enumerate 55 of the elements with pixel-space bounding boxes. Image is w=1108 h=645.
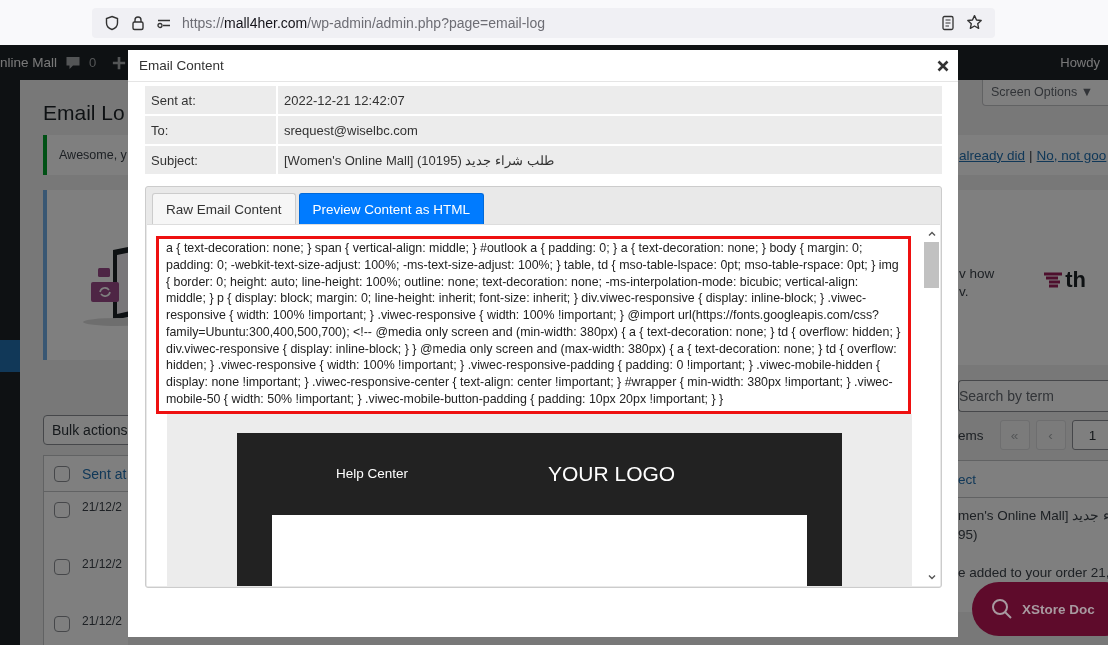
search-icon: [990, 597, 1014, 621]
dialog-title: Email Content: [139, 58, 224, 73]
table-cell: 21/12/2: [82, 500, 123, 514]
banner-text: v.: [959, 283, 970, 301]
scroll-up-icon[interactable]: [926, 229, 937, 239]
row-checkbox[interactable]: [54, 559, 70, 575]
table-cell-text: 95): [958, 526, 979, 544]
banner-text: v how: [959, 265, 995, 283]
help-button[interactable]: XStore Doc: [972, 582, 1108, 636]
link-separator: |: [1029, 147, 1033, 163]
bulk-actions-select[interactable]: Bulk actions: [43, 415, 128, 445]
help-center-link[interactable]: Help Center: [336, 466, 548, 481]
field-value: [Women's Online Mall] (10195) طلب شراء جديد: [278, 146, 942, 174]
star-icon[interactable]: [966, 14, 983, 31]
close-icon[interactable]: [937, 59, 949, 72]
scroll-thumb[interactable]: [924, 242, 939, 288]
tab[interactable]: Raw Email Content: [152, 193, 296, 224]
column-header[interactable]: Sent at: [82, 465, 127, 482]
logo-text: th: [1065, 267, 1087, 293]
screen-options-button[interactable]: Screen Options ▼: [982, 80, 1108, 106]
table-cell: 21/12/2: [82, 557, 123, 571]
select-all-checkbox[interactable]: [54, 465, 70, 482]
shield-icon: [104, 14, 120, 31]
site-name[interactable]: nline Mall: [0, 55, 58, 70]
search-placeholder: Search by term: [959, 388, 1054, 404]
field-label: To:: [145, 116, 276, 144]
items-count: ems: [958, 427, 984, 443]
search-field[interactable]: Search by term: [958, 380, 1108, 412]
address-bar[interactable]: https://mall4her.com/wp-admin/admin.php?page=email-log: [92, 7, 995, 38]
row-checkbox[interactable]: [54, 616, 70, 632]
plus-icon[interactable]: [112, 55, 127, 70]
field-value: srequest@wiselbc.com: [278, 116, 942, 144]
row-checkbox[interactable]: [54, 502, 70, 518]
url-text[interactable]: https://mall4her.com/wp-admin/admin.php?page=email-log: [182, 14, 930, 31]
reader-view-icon[interactable]: [940, 14, 956, 31]
comment-icon[interactable]: [65, 54, 82, 71]
table-cell: 21/12/2: [82, 614, 123, 628]
field-value: 2022-12-21 12:42:07: [278, 86, 942, 114]
greeting[interactable]: Howdy: [1060, 55, 1100, 70]
field-label: Sent at:: [145, 86, 276, 114]
notice-link[interactable]: No, not goo: [1036, 147, 1107, 163]
scroll-down-icon[interactable]: [926, 572, 937, 582]
table-cell-text: e added to your order 21,: [958, 564, 1108, 582]
pagination-button[interactable]: 1: [1071, 420, 1108, 450]
notice-text: Awesome, y: [59, 148, 127, 162]
stripes-logo-icon: [1044, 272, 1063, 288]
page-heading: Email Lo: [43, 101, 126, 125]
logo-text: YOUR LOGO: [548, 461, 676, 486]
comment-count: 0: [89, 55, 97, 70]
lock-icon: [130, 14, 146, 31]
notice-link[interactable]: already did: [959, 147, 1026, 163]
column-header[interactable]: ect: [958, 471, 976, 487]
field-label: Subject:: [145, 146, 276, 174]
email-source-text: a { text-decoration: none; } span { vertical-align: middle; } #outlook a { padding: 0; } a { text-decoration: none; } body { margin: 0; padding: 0; -webkit-text-size-adjust: 100%; -ms-text-size-adjust: 100%; } table, td { mso-table-lspace: 0pt; mso-table-rspace: 0pt; } img { border: 0; height: auto; line-height: 100%; outline: none; text-decoration: none; -ms-interpolation-mode: bicubic; vertical-align: middle; } p { display: block; margin: 0; line-height: inherit; font-size: inherit; } div.viwec-responsive { display: inline-block; } .viwec-responsive { width: 100% !important; } .viwec-responsive { width: 100% !important; } @import url(https://fonts.googleapis.com/css?family=Ubuntu:300,400,500,700); <!-- @media only screen and (min-width: 380px) { a { text-decoration: none; } td { overflow: hidden; } div.viwec-responsive { display: inline-block; } } @media only screen and (max-width: 380px) { a { text-decoration: none; } td { overflow: hidden; } .viwec-responsive { width: 100% !important; } .viwec-responsive-padding { padding: 0 !important; } .viwec-mobile-hidden { display: none !important; } .viwec-responsive-center { text-align: center !important; } #wrapper { min-width: 380px !important; } .viwec-mobile-50 { width: 50% !important; } .viwec-mobile-button-padding { padding: 10px 20px !important; } }: [156, 236, 911, 414]
tab[interactable]: Preview Content as HTML: [298, 193, 485, 224]
